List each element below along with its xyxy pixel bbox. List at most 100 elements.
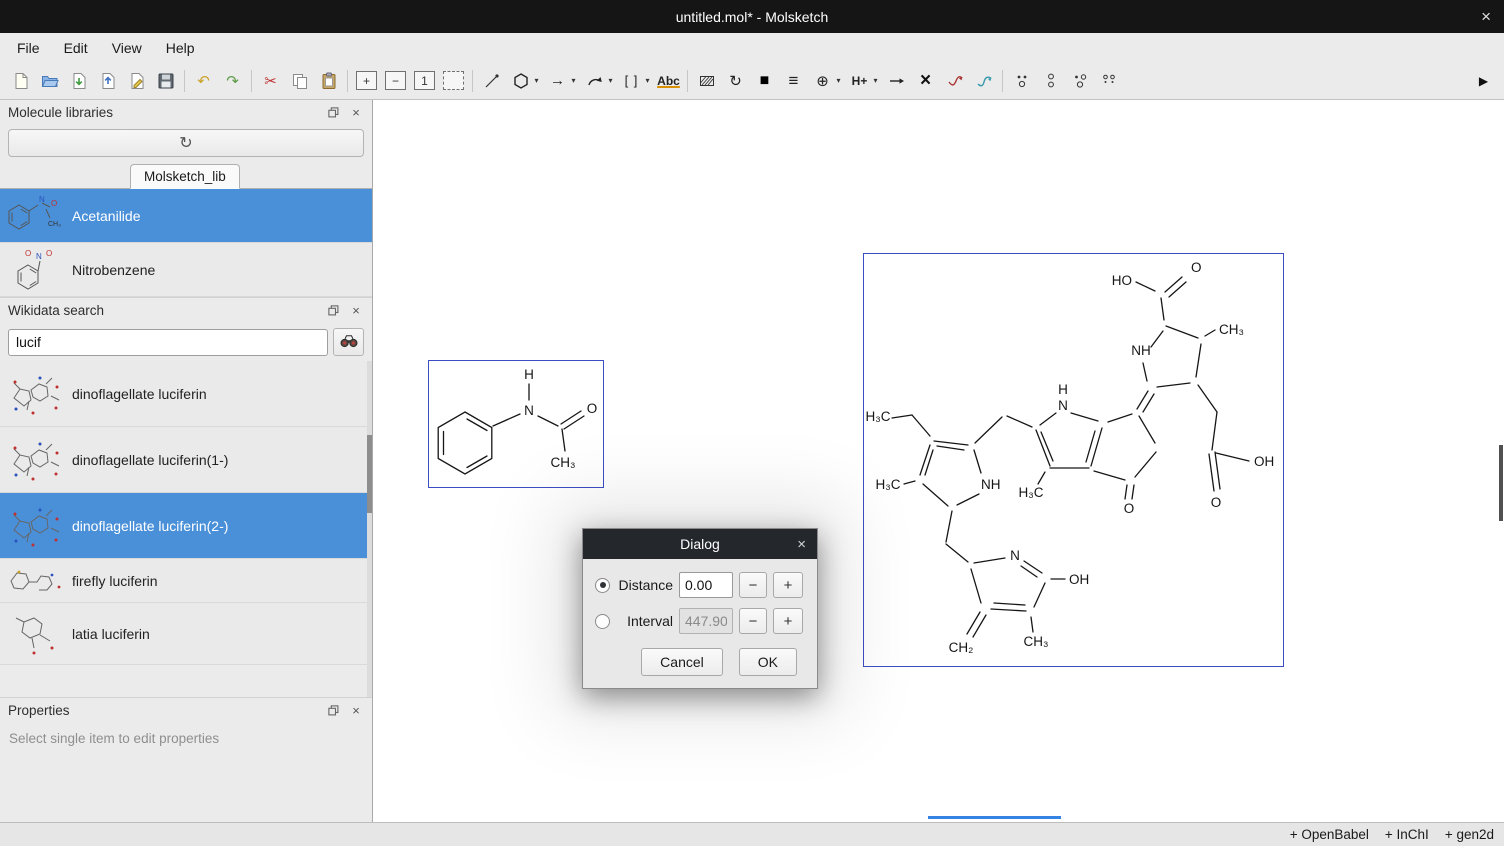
dialog-titlebar[interactable]: Dialog × (583, 529, 817, 559)
molecule-thumbnail (4, 370, 66, 418)
new-file-icon[interactable] (6, 67, 35, 95)
mechanism-tool-1[interactable] (940, 67, 969, 95)
line-width-tool[interactable]: ≡ (779, 67, 808, 95)
lone-pair-tool-2[interactable] (1036, 67, 1065, 95)
dialog-close-button[interactable]: × (797, 536, 806, 553)
result-label: latia luciferin (72, 626, 150, 642)
interval-row: Interval − + (595, 608, 805, 634)
curved-arrow-dropdown[interactable]: ▾ (604, 67, 617, 95)
svg-text:O: O (25, 249, 31, 258)
export-image-icon[interactable] (122, 67, 151, 95)
import-icon[interactable] (64, 67, 93, 95)
float-panel-icon[interactable] (325, 105, 341, 121)
svg-text:H₃C: H₃C (876, 477, 901, 492)
lone-pair-tool-1[interactable] (1007, 67, 1036, 95)
tab-molsketch-lib[interactable]: Molsketch_lib (130, 164, 240, 189)
search-input[interactable] (8, 329, 328, 356)
delete-tool[interactable]: × (911, 67, 940, 95)
search-result-item[interactable]: firefly luciferin (0, 559, 372, 603)
library-tabs: Molsketch_lib (0, 162, 372, 189)
interval-decrement-button[interactable]: − (739, 608, 767, 634)
acetanilide-molecule: H N O CH₃ (429, 361, 603, 487)
hydrogen-add-dropdown[interactable]: ▾ (869, 67, 882, 95)
molecule-thumbnail (4, 436, 66, 484)
titlebar[interactable]: untitled.mol* - Molsketch × (0, 0, 1504, 33)
undo-icon[interactable]: ↶ (189, 67, 218, 95)
mechanism-tool-2[interactable] (969, 67, 998, 95)
toolbar-overflow-button[interactable]: ▶ (1469, 67, 1498, 95)
zoom-in-icon[interactable]: + (356, 71, 377, 90)
svg-text:H: H (524, 367, 534, 382)
refresh-libraries-button[interactable]: ↻ (8, 129, 364, 157)
plugin-openbabel: + OpenBabel (1290, 827, 1369, 842)
search-result-item[interactable]: dinoflagellate luciferin (0, 361, 372, 427)
properties-header: Properties × (0, 698, 372, 723)
svg-text:NH: NH (1131, 343, 1151, 358)
library-item[interactable]: NOCH₃ Acetanilide (0, 189, 372, 243)
acetanilide-selection[interactable]: H N O CH₃ (428, 360, 604, 488)
library-item[interactable]: NOO Nitrobenzene (0, 243, 372, 297)
redo-icon[interactable]: ↷ (218, 67, 247, 95)
distance-input[interactable] (679, 572, 733, 598)
toolbar: ↶↷✂+−1▾→▾▾[ ]▾Abc↻■≡⊕▾H+▾× ▶ (0, 62, 1504, 100)
ring-dropdown[interactable]: ▾ (530, 67, 543, 95)
svg-text:O: O (1211, 495, 1222, 510)
save-icon[interactable] (151, 67, 180, 95)
main-content: Molecule libraries × ↻ Molsketch_lib NOC… (0, 100, 1504, 822)
close-panel-icon[interactable]: × (348, 303, 364, 319)
paste-icon[interactable] (314, 67, 343, 95)
menu-edit[interactable]: Edit (52, 36, 100, 60)
zoom-fit-icon[interactable] (443, 71, 464, 90)
rotate-tool[interactable]: ↻ (721, 67, 750, 95)
ok-button[interactable]: OK (739, 648, 797, 676)
search-result-item[interactable]: dinoflagellate luciferin(1-) (0, 427, 372, 493)
menu-file[interactable]: File (5, 36, 52, 60)
interval-radio[interactable] (595, 614, 610, 629)
float-panel-icon[interactable] (325, 303, 341, 319)
window-close-button[interactable]: × (1481, 7, 1491, 27)
drawing-canvas[interactable]: H N O CH₃ H O (373, 100, 1504, 822)
reaction-arrow-dropdown[interactable]: ▾ (567, 67, 580, 95)
molecule-thumbnail: NOO (4, 247, 66, 293)
copy-icon[interactable] (285, 67, 314, 95)
hydrogen-remove-tool[interactable] (882, 67, 911, 95)
menu-help[interactable]: Help (154, 36, 207, 60)
float-panel-icon[interactable] (325, 703, 341, 719)
color-picker-tool[interactable]: ■ (750, 67, 779, 95)
distance-increment-button[interactable]: + (773, 572, 803, 598)
charge-dropdown[interactable]: ▾ (832, 67, 845, 95)
svg-text:OH: OH (1069, 572, 1089, 587)
menu-view[interactable]: View (100, 36, 154, 60)
results-scrollbar-thumb[interactable] (367, 435, 372, 513)
zoom-original-icon[interactable]: 1 (414, 71, 435, 90)
close-panel-icon[interactable]: × (348, 105, 364, 121)
zoom-out-icon[interactable]: − (385, 71, 406, 90)
export-icon[interactable] (93, 67, 122, 95)
interval-increment-button[interactable]: + (773, 608, 803, 634)
wikidata-search-panel: Wikidata search × dinoflagellate lucifer… (0, 297, 372, 697)
distance-decrement-button[interactable]: − (739, 572, 767, 598)
canvas-vertical-scrollbar[interactable] (1499, 445, 1503, 521)
luciferin-selection[interactable]: HO O NH CH₃ (863, 253, 1284, 667)
draw-bond-tool[interactable] (477, 67, 506, 95)
cancel-button[interactable]: Cancel (641, 648, 723, 676)
radical-tool-1[interactable] (1065, 67, 1094, 95)
molsketch-window: untitled.mol* - Molsketch × File Edit Vi… (0, 0, 1504, 846)
hatch-tool[interactable] (692, 67, 721, 95)
canvas-horizontal-scrollbar[interactable] (928, 816, 1061, 819)
bracket-dropdown[interactable]: ▾ (641, 67, 654, 95)
close-panel-icon[interactable]: × (348, 703, 364, 719)
radical-tool-2[interactable] (1094, 67, 1123, 95)
plugin-inchi: + InChI (1385, 827, 1429, 842)
open-file-icon[interactable] (35, 67, 64, 95)
search-button[interactable] (333, 328, 364, 356)
text-tool[interactable]: Abc (654, 67, 683, 95)
left-panel: Molecule libraries × ↻ Molsketch_lib NOC… (0, 100, 373, 822)
search-result-item[interactable]: latia luciferin (0, 603, 372, 665)
search-result-item[interactable]: dinoflagellate luciferin(2-) (0, 493, 372, 559)
distance-radio[interactable] (595, 578, 610, 593)
svg-text:O: O (46, 249, 52, 258)
molecule-label: Nitrobenzene (72, 262, 155, 278)
cut-icon[interactable]: ✂ (256, 67, 285, 95)
svg-text:CH₃: CH₃ (551, 455, 576, 470)
